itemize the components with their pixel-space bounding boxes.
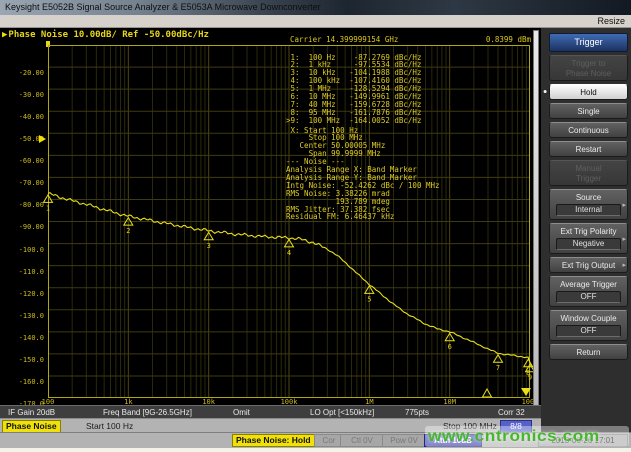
measurement-state-badge: Phase Noise: Hold [232,434,315,447]
trace-scale-label: Phase Noise 10.00dB/ Ref -50.00dBc/Hz [8,30,208,40]
softkey-ext-trig-output[interactable]: Ext Trig Output▸ [549,257,628,273]
softkey-label: Continuous [551,125,626,135]
status-bar: Phase Noise: Hold CorCtl 0VPow 0VAttn 10… [0,432,631,448]
softkey-value: OFF [556,291,621,303]
y-tick-label: -140.0 [0,334,44,342]
y-tick-label: -100.0 [0,246,44,254]
screen-scrollbar[interactable] [533,30,539,418]
y-tick-label: -160.0 [0,378,44,386]
softkey-label: Trigger to [551,58,626,68]
carrier-power: 0.8399 dBm [486,35,531,44]
softkey-continuous[interactable]: Continuous [549,122,628,138]
svg-text:2: 2 [126,227,130,235]
softkey-hold[interactable]: Hold● [549,84,628,100]
softkey-window-couple[interactable]: Window Couple OFF [549,310,628,341]
active-trace-arrow-icon: ▶ [2,30,7,40]
reference-level-marker-icon [39,135,46,143]
softkey-label: Ext Trig Output [551,260,626,270]
submenu-arrow-icon: ▸ [622,261,626,269]
softkey-label: Single [551,106,626,116]
y-tick-label: -20.00 [0,69,44,77]
submenu-arrow-icon: ▸ [622,201,626,209]
softkey-value: Negative [556,238,621,250]
softkey-label: Manual [551,163,626,173]
submenu-arrow-icon: ▸ [622,235,626,243]
svg-text:6: 6 [448,343,452,351]
carrier-readout: Carrier 14.399999154 GHz 0.8399 dBm [290,35,531,44]
config-item: Corr 32 [498,407,525,418]
softkey-restart[interactable]: Restart [549,141,628,157]
softkey-label: Ext Trig Polarity [551,226,626,236]
config-item: 775pts [405,407,429,418]
softkey-return[interactable]: Return [549,344,628,360]
datetime-readout: 2013-06-26 17:01 [538,434,628,447]
softkey-source[interactable]: Source Internal▸ [549,189,628,220]
y-tick-label: -30.00 [0,91,44,99]
y-tick-label: -60.00 [0,157,44,165]
title-bar: Keysight E5052B Signal Source Analyzer &… [0,0,631,15]
y-tick-label: -80.00 [0,201,44,209]
noise-analysis-readout: X: Start 100 Hz Stop 100 MHz Center 50.0… [286,127,440,222]
selected-bullet-icon: ● [543,89,547,96]
softkey-value: OFF [556,325,621,337]
softkey-average-trigger[interactable]: Average Trigger OFF [549,276,628,307]
window-title: Keysight E5052B Signal Source Analyzer &… [5,2,321,12]
softkey-label: Average Trigger [551,279,626,289]
config-item: Omit [233,407,250,418]
instrument-screen: ▶Phase Noise 10.00dB/ Ref -50.00dBc/Hz C… [0,28,541,405]
svg-text:5: 5 [367,295,371,303]
indicator-ctl-0v: Ctl 0V [340,434,384,447]
softkey-manual: ManualTrigger [549,160,628,186]
softkey-single[interactable]: Single [549,103,628,119]
softkey-ext-trig-polarity[interactable]: Ext Trig Polarity Negative▸ [549,223,628,254]
softkey-value: Internal [556,204,621,216]
resize-menu-item[interactable]: Resize [597,15,625,27]
softkey-buttons: Trigger toPhase Noise Hold● Single Continuo… [549,55,628,360]
marker-readout-table: 1: 100 Hz -87.2769 dBc/Hz 2: 1 kHz -97.5… [286,54,421,125]
app-window: Keysight E5052B Signal Source Analyzer &… [0,0,631,452]
svg-text:9: 9 [528,374,532,382]
svg-text:7: 7 [496,364,500,372]
y-tick-label: -70.00 [0,179,44,187]
softkey-label: Return [551,347,626,357]
svg-text:3: 3 [207,242,211,250]
config-item: IF Gain 20dB [8,407,55,418]
menu-bar: Resize [0,15,631,28]
trace-scale-header: ▶Phase Noise 10.00dB/ Ref -50.00dBc/Hz [2,30,209,40]
softkey-label-line2: Trigger [551,173,626,183]
band-marker-icon [483,389,492,397]
svg-text:4: 4 [287,249,291,257]
carrier-frequency: Carrier 14.399999154 GHz [290,35,398,44]
y-tick-label: -40.00 [0,113,44,121]
softkey-menu-title: Trigger [549,33,628,52]
measurement-config-bar: IF Gain 20dB Freq Band [9G-26.5GHz] Omit LO… [0,405,541,418]
softkey-trigger-to: Trigger toPhase Noise [549,55,628,81]
sweep-start-readout: Start 100 Hz [86,421,133,432]
y-tick-label: -110.0 [0,268,44,276]
softkey-sidebar: Trigger Trigger toPhase NoiseHold●Single… [541,28,631,432]
y-tick-label: -90.00 [0,223,44,231]
y-tick-label: -120.0 [0,290,44,298]
config-item: LO Opt [<150kHz] [310,407,374,418]
indicator-pow-0v: Pow 0V [382,434,426,447]
softkey-label-line2: Phase Noise [551,68,626,78]
bottom-edge-strip [0,448,631,452]
sweep-range-bar: Phase Noise Start 100 Hz Stop 100 MHz 8/… [0,418,541,432]
config-item: Freq Band [9G-26.5GHz] [103,407,192,418]
sweep-stop-readout: Stop 100 MHz [443,421,497,432]
softkey-label: Source [551,192,626,202]
softkey-label: Restart [551,144,626,154]
softkey-label: Hold [551,87,626,97]
svg-text:1: 1 [46,204,50,212]
y-tick-label: -130.0 [0,312,44,320]
y-tick-label: -150.0 [0,356,44,364]
softkey-label: Window Couple [551,313,626,323]
y-tick-label: -50.00 [0,135,44,143]
indicator-attn-10db: Attn 10dB [424,434,482,447]
